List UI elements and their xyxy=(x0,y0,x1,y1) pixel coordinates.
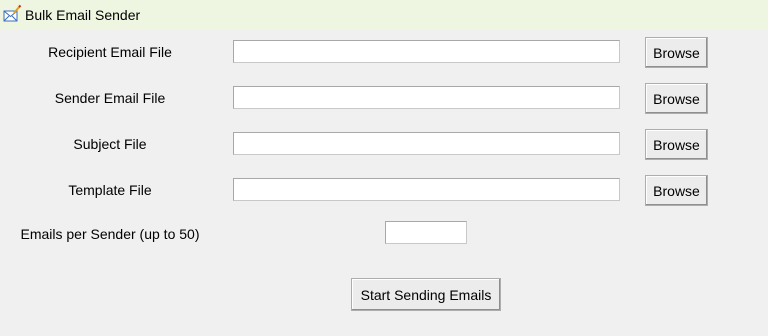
emails-per-sender-input[interactable] xyxy=(385,221,467,244)
template-browse-button[interactable]: Browse xyxy=(645,175,708,206)
sender-file-field[interactable] xyxy=(233,86,620,109)
template-file-field[interactable] xyxy=(233,178,620,201)
sender-file-label: Sender Email File xyxy=(54,90,166,106)
title-bar: Bulk Email Sender xyxy=(0,0,768,30)
envelope-pen-icon xyxy=(3,4,22,22)
recipient-browse-button[interactable]: Browse xyxy=(645,37,708,68)
sender-browse-button[interactable]: Browse xyxy=(645,83,708,114)
subject-browse-button[interactable]: Browse xyxy=(645,129,708,160)
window-title: Bulk Email Sender xyxy=(25,7,141,23)
template-file-label: Template File xyxy=(68,182,152,198)
emails-per-sender-label: Emails per Sender (up to 50) xyxy=(20,226,200,242)
recipient-file-field[interactable] xyxy=(233,40,620,63)
recipient-file-label: Recipient Email File xyxy=(48,44,172,60)
subject-file-label: Subject File xyxy=(73,136,147,152)
start-sending-button[interactable]: Start Sending Emails xyxy=(351,278,501,311)
app-window: Bulk Email Sender Recipient Email File B… xyxy=(0,0,768,336)
subject-file-field[interactable] xyxy=(233,132,620,155)
